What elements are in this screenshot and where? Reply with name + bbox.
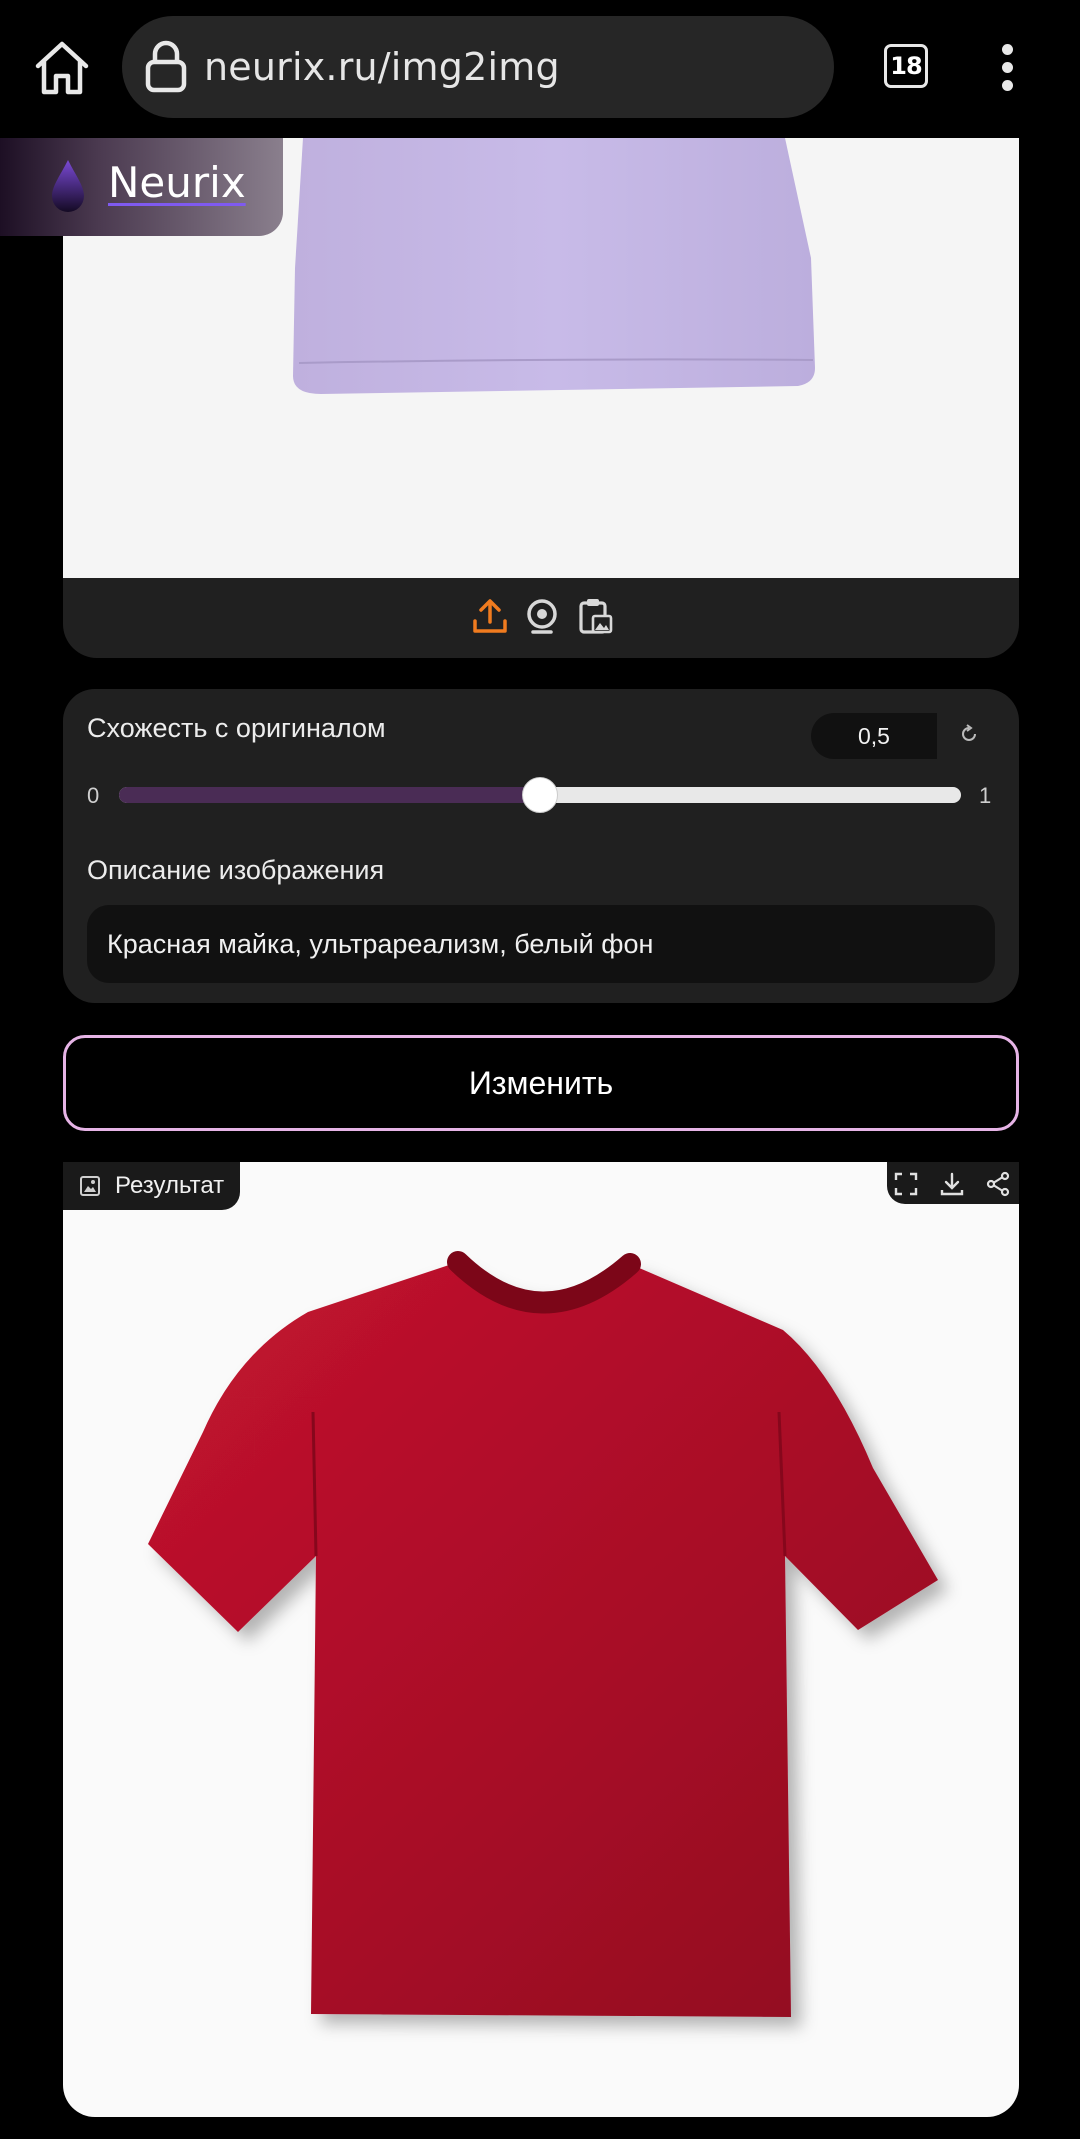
address-bar[interactable]: neurix.ru/img2img bbox=[122, 16, 834, 118]
change-button[interactable]: Изменить bbox=[63, 1035, 1019, 1131]
lock-icon bbox=[144, 40, 188, 94]
description-input[interactable] bbox=[87, 905, 995, 983]
description-label: Описание изображения bbox=[87, 855, 385, 885]
webcam-icon[interactable] bbox=[522, 596, 562, 636]
slider-fill bbox=[119, 787, 540, 803]
similarity-label: Схожесть с оригиналом bbox=[87, 713, 386, 743]
similarity-value-input[interactable]: 0,5 bbox=[811, 713, 937, 759]
result-panel: Результат bbox=[63, 1162, 1019, 2117]
url-text: neurix.ru/img2img bbox=[204, 45, 560, 89]
share-icon[interactable] bbox=[985, 1171, 1011, 1197]
result-image[interactable] bbox=[63, 1162, 1019, 2117]
tab-count-button[interactable]: 18 bbox=[884, 44, 928, 88]
logo-text: Neurix bbox=[108, 158, 246, 207]
slider-min-label: 0 bbox=[87, 783, 100, 808]
image-icon bbox=[79, 1175, 101, 1197]
logo-drop-icon bbox=[50, 158, 86, 214]
download-icon[interactable] bbox=[939, 1171, 965, 1197]
browser-toolbar: neurix.ru/img2img 18 bbox=[0, 0, 1080, 138]
clipboard-icon[interactable] bbox=[575, 596, 615, 636]
upload-icon[interactable] bbox=[470, 596, 510, 636]
more-menu-icon[interactable] bbox=[996, 44, 1020, 92]
site-logo[interactable]: Neurix bbox=[0, 138, 283, 236]
home-icon[interactable] bbox=[30, 36, 94, 100]
result-actions bbox=[887, 1162, 1019, 1204]
slider-thumb[interactable] bbox=[522, 777, 558, 813]
result-label: Результат bbox=[115, 1172, 225, 1199]
fullscreen-icon[interactable] bbox=[893, 1171, 919, 1197]
reset-icon[interactable] bbox=[958, 723, 980, 745]
settings-panel: Схожесть с оригиналом 0,5 0 1 Описание и… bbox=[63, 689, 1019, 1003]
upload-toolbar bbox=[63, 578, 1019, 658]
slider-max-label: 1 bbox=[979, 783, 992, 808]
result-label-tag: Результат bbox=[63, 1162, 241, 1210]
